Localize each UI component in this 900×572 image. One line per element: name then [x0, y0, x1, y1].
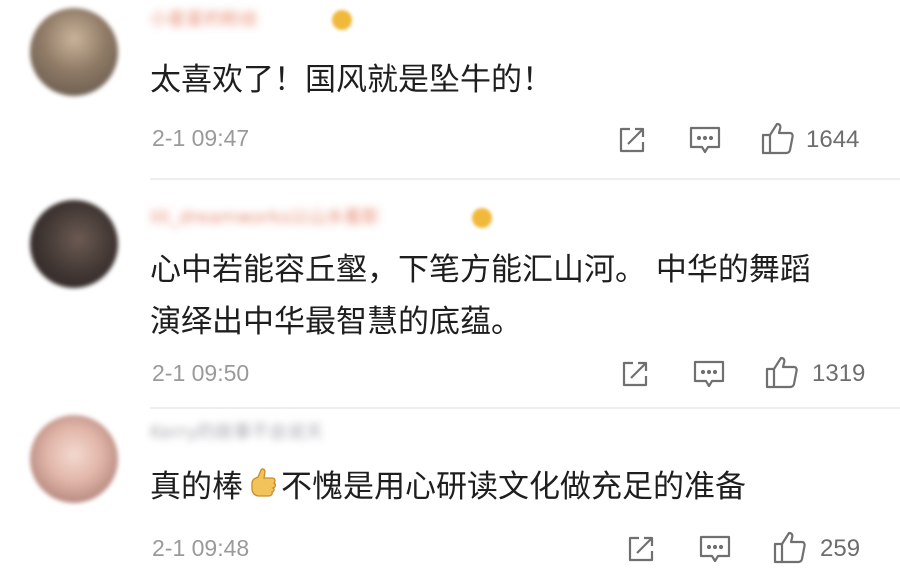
comment-icon[interactable] — [698, 533, 732, 565]
comment-icon[interactable] — [688, 124, 722, 156]
comment-item: Kerry的故事不会说天 真的棒 不愧是用心研读文化做充足的准备 2-1 09:… — [0, 409, 900, 572]
like-count: 1644 — [806, 126, 860, 153]
comment-text-line-1: 心中若能容丘壑，下笔方能汇山河。 中华的舞蹈 — [150, 252, 811, 288]
comment-time: 2-1 09:48 — [152, 535, 250, 561]
like-count: 259 — [820, 535, 861, 562]
share-icon[interactable] — [619, 358, 651, 390]
thumbs-up-icon[interactable] — [764, 354, 800, 390]
comment-item: 小星星的粉丝 太喜欢了！国风就是坠牛的！ 2-1 09:47 1644 — [0, 0, 900, 180]
comment-icon[interactable] — [692, 358, 726, 390]
comment-text-part: 不愧是用心研读文化做充足的准备 — [281, 469, 746, 505]
thumbs-up-icon[interactable] — [760, 120, 796, 156]
comment-text: 真的棒 不愧是用心研读文化做充足的准备 — [150, 461, 746, 513]
share-icon[interactable] — [625, 533, 657, 565]
username[interactable]: 小星星的粉丝 — [150, 8, 258, 32]
comment-text-line-2: 演绎出中华最智慧的底蕴。 — [150, 304, 522, 340]
like-count: 1319 — [812, 360, 866, 387]
comment-item: lili_dreamworks以山水看影 心中若能容丘壑，下笔方能汇山河。 中华… — [0, 180, 900, 408]
vip-badge-icon — [332, 10, 352, 30]
vip-badge-icon — [472, 208, 492, 228]
thumbs-up-icon[interactable] — [772, 529, 808, 565]
avatar[interactable] — [30, 415, 118, 503]
avatar[interactable] — [30, 8, 118, 96]
thumbs-up-emoji-icon — [247, 467, 277, 501]
comment-time: 2-1 09:47 — [152, 125, 250, 151]
username[interactable]: Kerry的故事不会说天 — [150, 421, 323, 445]
username[interactable]: lili_dreamworks以山水看影 — [150, 206, 380, 230]
share-icon[interactable] — [616, 124, 648, 156]
comment-time: 2-1 09:50 — [152, 360, 250, 386]
comment-text: 太喜欢了！国风就是坠牛的！ — [150, 62, 553, 98]
avatar[interactable] — [30, 200, 118, 288]
comment-text-part: 真的棒 — [150, 469, 243, 505]
